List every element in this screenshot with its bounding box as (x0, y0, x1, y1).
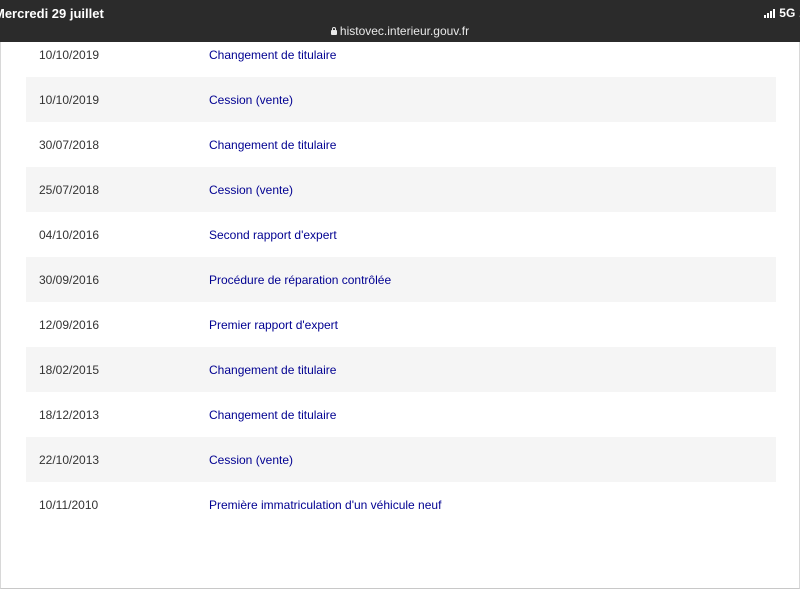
row-event-link[interactable]: Second rapport d'expert (209, 228, 337, 242)
row-event-link[interactable]: Changement de titulaire (209, 363, 336, 377)
status-bar: Mercredi 29 juillet histovec.interieur.g… (0, 0, 800, 42)
row-event-link[interactable]: Premier rapport d'expert (209, 318, 338, 332)
row-date: 30/07/2018 (39, 137, 100, 152)
row-event-link[interactable]: Cession (vente) (209, 453, 293, 467)
row-date: 10/11/2010 (39, 497, 99, 512)
row-event-link[interactable]: Cession (vente) (209, 93, 293, 107)
url-text: histovec.interieur.gouv.fr (339, 24, 470, 38)
table-row: 10/10/2019 Changement de titulaire (26, 42, 776, 77)
row-event-link[interactable]: Première immatriculation d'un véhicule n… (209, 498, 441, 512)
page-content: 10/10/2019 Changement de titulaire 10/10/2… (0, 42, 800, 589)
table-row: 30/07/2018 Changement de titulaire (26, 122, 776, 167)
signal-icon (764, 9, 776, 18)
row-date: 18/02/2015 (39, 362, 100, 377)
row-date: 12/09/2016 (39, 317, 100, 332)
table-row: 12/09/2016 Premier rapport d'expert (26, 302, 776, 347)
row-event-link[interactable]: Procédure de réparation contrôlée (209, 273, 391, 287)
address-bar[interactable]: histovec.interieur.gouv.fr (0, 24, 800, 38)
table-row: 18/12/2013 Changement de titulaire (26, 392, 776, 437)
row-date: 10/10/2019 (39, 47, 100, 62)
network-label: 5G (779, 6, 796, 20)
row-event-link[interactable]: Changement de titulaire (209, 48, 336, 62)
history-table: 10/10/2019 Changement de titulaire 10/10/2… (26, 42, 776, 527)
lock-icon (330, 27, 337, 35)
row-event-link[interactable]: Changement de titulaire (209, 138, 336, 152)
row-date: 25/07/2018 (39, 182, 100, 197)
row-event-link[interactable]: Cession (vente) (209, 183, 293, 197)
table-row: 04/10/2016 Second rapport d'expert (26, 212, 776, 257)
table-row: 18/02/2015 Changement de titulaire (26, 347, 776, 392)
table-row: 30/09/2016 Procédure de réparation contrô… (26, 257, 776, 302)
table-row: 10/10/2019 Cession (vente) (26, 77, 776, 122)
row-date: 18/12/2013 (39, 407, 100, 422)
table-row: 10/11/2010 Première immatriculation d'un … (26, 482, 776, 527)
row-date: 04/10/2016 (39, 227, 100, 242)
row-event-link[interactable]: Changement de titulaire (209, 408, 336, 422)
status-indicators: 5G 2 (764, 6, 800, 20)
row-date: 30/09/2016 (39, 272, 100, 287)
table-row: 25/07/2018 Cession (vente) (26, 167, 776, 212)
status-date: Mercredi 29 juillet (0, 6, 104, 21)
row-date: 22/10/2013 (39, 452, 100, 467)
row-date: 10/10/2019 (39, 92, 100, 107)
table-row: 22/10/2013 Cession (vente) (26, 437, 776, 482)
